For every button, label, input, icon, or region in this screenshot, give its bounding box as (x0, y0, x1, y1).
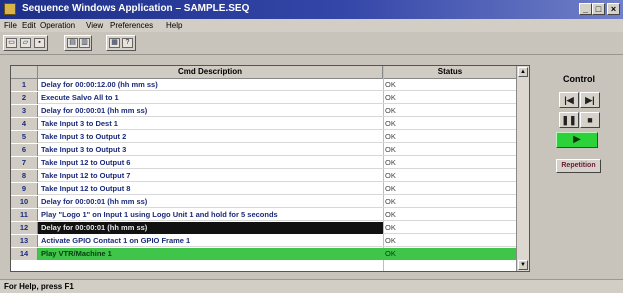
row-description: Play VTR/Machine 1 (41, 249, 112, 258)
play-button[interactable]: ▶ (556, 132, 598, 148)
row-number: 2 (11, 92, 38, 104)
menu-file[interactable]: File (4, 21, 17, 30)
scroll-up-icon[interactable]: ▲ (518, 67, 528, 77)
table-row[interactable]: 6 Take Input 3 to Output 3 OK (11, 144, 518, 156)
menu-operation[interactable]: Operation (40, 21, 75, 30)
row-description: Execute Salvo All to 1 (41, 93, 119, 102)
row-description: Play "Logo 1" on Input 1 using Logo Unit… (41, 210, 278, 219)
status-column-header[interactable]: Status (383, 66, 518, 79)
control-title: Control (563, 74, 595, 84)
status-bar: For Help, press F1 (0, 279, 623, 293)
row-number-header (11, 66, 38, 79)
row-status: OK (385, 132, 396, 141)
row-status: OK (385, 158, 396, 167)
table-row[interactable]: 8 Take Input 12 to Output 7 OK (11, 170, 518, 182)
row-number: 8 (11, 170, 38, 182)
table-row[interactable]: 9 Take Input 12 to Output 8 OK (11, 183, 518, 195)
table-row[interactable]: 2 Execute Salvo All to 1 OK (11, 92, 518, 104)
scroll-down-icon[interactable]: ▼ (518, 260, 528, 270)
copy-icon[interactable]: ▥ (79, 38, 90, 48)
title-bar: Sequence Windows Application – SAMPLE.SE… (0, 0, 623, 19)
open-icon[interactable]: ▱ (20, 38, 31, 48)
table-row[interactable]: 10 Delay for 00:00:01 (hh mm ss) OK (11, 196, 518, 208)
table-row[interactable]: 3 Delay for 00:00:01 (hh mm ss) OK (11, 105, 518, 117)
row-status: OK (385, 145, 396, 154)
command-grid: Cmd Description Status 1 Delay for 00:00:… (10, 65, 530, 272)
toolbar-group-help: ▦ ? (106, 35, 136, 51)
row-number: 5 (11, 131, 38, 143)
row-number: 9 (11, 183, 38, 195)
status-text: For Help, press F1 (4, 282, 74, 291)
row-description: Take Input 12 to Output 6 (41, 158, 131, 167)
row-status: OK (385, 223, 396, 232)
row-number: 10 (11, 196, 38, 208)
menu-view[interactable]: View (86, 21, 103, 30)
stop-button[interactable]: ■ (580, 112, 600, 128)
save-icon[interactable]: ▪ (34, 38, 45, 48)
minimize-button[interactable]: _ (579, 3, 592, 15)
menu-preferences[interactable]: Preferences (110, 21, 153, 30)
table-row-selected[interactable]: 12 Delay for 00:00:01 (hh mm ss) OK (11, 222, 518, 234)
row-number: 1 (11, 79, 38, 91)
row-status: OK (385, 236, 396, 245)
row-status: OK (385, 210, 396, 219)
help-icon[interactable]: ? (122, 38, 133, 48)
menu-help[interactable]: Help (166, 21, 182, 30)
row-description: Take Input 3 to Output 3 (41, 145, 127, 154)
row-status: OK (385, 171, 396, 180)
menu-edit[interactable]: Edit (22, 21, 36, 30)
toolbar: ▭ ▱ ▪ ▤ ▥ ▦ ? (0, 32, 623, 55)
description-column-header[interactable]: Cmd Description (38, 66, 383, 79)
skip-back-button[interactable]: |◀ (559, 92, 579, 108)
window-title: Sequence Windows Application – SAMPLE.SE… (22, 3, 250, 14)
row-status: OK (385, 184, 396, 193)
print-icon[interactable]: ▤ (67, 38, 78, 48)
vertical-scrollbar[interactable]: ▲ ▼ (516, 66, 529, 271)
paste-icon[interactable]: ▦ (109, 38, 120, 48)
table-row[interactable]: 11 Play "Logo 1" on Input 1 using Logo Un… (11, 209, 518, 221)
row-description: Delay for 00:00:01 (hh mm ss) (41, 197, 148, 206)
toolbar-group-file: ▭ ▱ ▪ (3, 35, 48, 51)
row-status: OK (385, 80, 396, 89)
row-status: OK (385, 106, 396, 115)
close-button[interactable]: × (607, 3, 620, 15)
toolbar-group-edit: ▤ ▥ (64, 35, 92, 51)
maximize-button[interactable]: □ (592, 3, 605, 15)
table-row[interactable]: 7 Take Input 12 to Output 6 OK (11, 157, 518, 169)
row-description: Delay for 00:00:01 (hh mm ss) (41, 106, 148, 115)
table-row[interactable]: 1 Delay for 00:00:12.00 (hh mm ss) OK (11, 79, 518, 91)
pause-button[interactable]: ❚❚ (559, 112, 579, 128)
row-number: 6 (11, 144, 38, 156)
row-status: OK (385, 93, 396, 102)
row-status: OK (385, 119, 396, 128)
row-status: OK (385, 197, 396, 206)
row-status: OK (385, 249, 396, 258)
new-icon[interactable]: ▭ (6, 38, 17, 48)
row-number: 11 (11, 209, 38, 221)
table-row-active[interactable]: 14 Play VTR/Machine 1 OK (11, 248, 518, 260)
row-number: 12 (11, 222, 38, 234)
row-number: 14 (11, 248, 38, 260)
row-number: 3 (11, 105, 38, 117)
app-icon (4, 3, 16, 15)
menu-bar: File Edit Operation View Preferences Hel… (0, 19, 623, 32)
row-description: Take Input 12 to Output 7 (41, 171, 131, 180)
table-row[interactable]: 4 Take Input 3 to Dest 1 OK (11, 118, 518, 130)
skip-forward-button[interactable]: ▶| (580, 92, 600, 108)
row-description: Take Input 12 to Output 8 (41, 184, 131, 193)
table-row[interactable]: 5 Take Input 3 to Output 2 OK (11, 131, 518, 143)
row-number: 7 (11, 157, 38, 169)
repetition-button[interactable]: Repetition (556, 159, 601, 173)
row-description: Take Input 3 to Dest 1 (41, 119, 118, 128)
row-description: Take Input 3 to Output 2 (41, 132, 127, 141)
row-description: Delay for 00:00:12.00 (hh mm ss) (41, 80, 158, 89)
row-description: Activate GPIO Contact 1 on GPIO Frame 1 (41, 236, 191, 245)
row-number: 4 (11, 118, 38, 130)
row-description: Delay for 00:00:01 (hh mm ss) (41, 223, 148, 232)
row-number: 13 (11, 235, 38, 247)
table-row[interactable]: 13 Activate GPIO Contact 1 on GPIO Frame … (11, 235, 518, 247)
